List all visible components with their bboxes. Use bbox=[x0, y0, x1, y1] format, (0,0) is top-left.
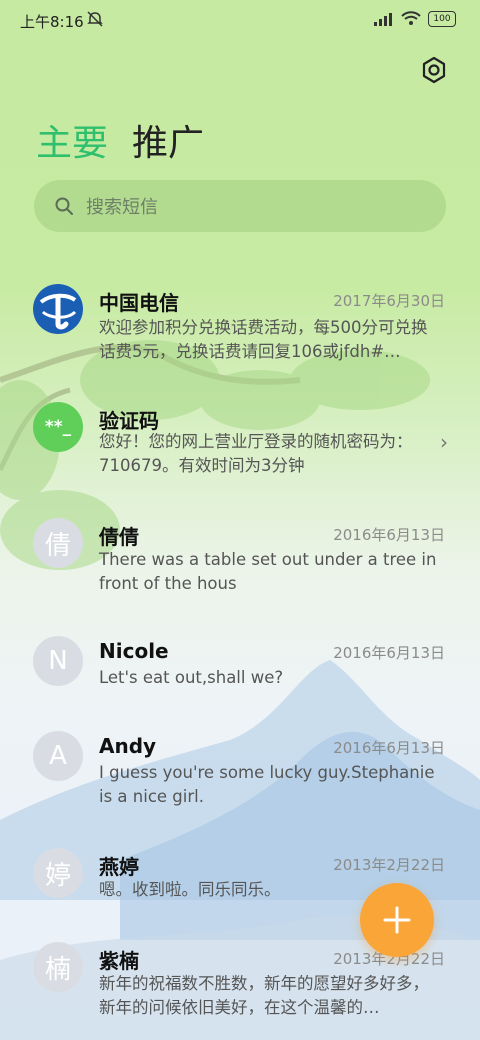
message-preview: I guess you're some lucky guy.Stephanie … bbox=[99, 763, 435, 806]
telecom-logo-icon bbox=[33, 284, 83, 334]
search-icon bbox=[55, 197, 73, 215]
avatar: 倩 bbox=[33, 518, 83, 568]
chevron-right-icon: › bbox=[440, 430, 448, 454]
verification-avatar: **_ bbox=[33, 402, 83, 452]
message-date: 2016年6月13日 bbox=[333, 739, 445, 757]
status-time: 上午8:16 bbox=[20, 13, 84, 31]
search-input[interactable]: 搜索短信 bbox=[34, 180, 446, 232]
search-placeholder: 搜索短信 bbox=[86, 197, 158, 218]
avatar: 婷 bbox=[33, 848, 83, 898]
message-preview: 新年的祝福数不胜数，新年的愿望好多好多，新年的问候依旧美好，在这个温馨的… bbox=[99, 974, 429, 1017]
tab-bar: 主要 推广 bbox=[36, 114, 204, 166]
message-item-verification[interactable]: **_ 验证码 您好！您的网上营业厅登录的随机密码为：710679。有效时间为3… bbox=[0, 402, 480, 502]
message-preview: Let's eat out,shall we? bbox=[99, 668, 284, 687]
message-date: 2013年2月22日 bbox=[333, 856, 445, 874]
message-preview: 您好！您的网上营业厅登录的随机密码为：710679。有效时间为3分钟 bbox=[99, 432, 413, 475]
tab-promo[interactable]: 推广 bbox=[132, 114, 204, 166]
message-item-zinan[interactable]: 楠 紫楠 2013年2月22日 新年的祝福数不胜数，新年的愿望好多好多，新年的问… bbox=[0, 942, 480, 1040]
sender-name: 燕婷 bbox=[99, 855, 139, 879]
sender-name: Nicole bbox=[99, 639, 169, 663]
sender-name: Andy bbox=[99, 734, 157, 758]
message-item-nicole[interactable]: N Nicole 2016年6月13日 Let's eat out,shall … bbox=[0, 636, 480, 716]
signal-icon bbox=[374, 13, 392, 26]
message-date: 2017年6月30日 bbox=[333, 292, 445, 310]
sender-name: 倩倩 bbox=[99, 525, 139, 549]
avatar: N bbox=[33, 636, 83, 686]
message-item-andy[interactable]: A Andy 2016年6月13日 I guess you're some lu… bbox=[0, 731, 480, 831]
battery-icon: 100 bbox=[428, 11, 456, 27]
mute-icon bbox=[86, 10, 104, 32]
message-date: 2016年6月13日 bbox=[333, 644, 445, 662]
tab-main[interactable]: 主要 bbox=[36, 114, 108, 166]
message-date: 2016年6月13日 bbox=[333, 526, 445, 544]
sender-name: 紫楠 bbox=[99, 949, 139, 973]
status-bar: 上午8:16 100 bbox=[0, 0, 480, 40]
wifi-icon bbox=[401, 11, 421, 25]
avatar: 楠 bbox=[33, 942, 83, 992]
settings-hexagon-icon bbox=[422, 56, 446, 84]
message-item-china-telecom[interactable]: 中国电信 2017年6月30日 欢迎参加积分兑换话费活动，每500分可兑换话费5… bbox=[0, 284, 480, 384]
message-item-qianqian[interactable]: 倩 倩倩 2016年6月13日 There was a table set ou… bbox=[0, 518, 480, 618]
message-preview: There was a table set out under a tree i… bbox=[99, 550, 437, 593]
compose-button[interactable] bbox=[360, 883, 434, 957]
sender-name: 中国电信 bbox=[99, 291, 179, 315]
avatar: A bbox=[33, 731, 83, 781]
plus-icon bbox=[383, 906, 411, 934]
message-preview: 欢迎参加积分兑换话费活动，每500分可兑换话费5元，兑换话费请回复106或jfd… bbox=[99, 318, 428, 361]
settings-button[interactable] bbox=[418, 54, 450, 86]
status-indicators: 100 bbox=[374, 11, 456, 27]
